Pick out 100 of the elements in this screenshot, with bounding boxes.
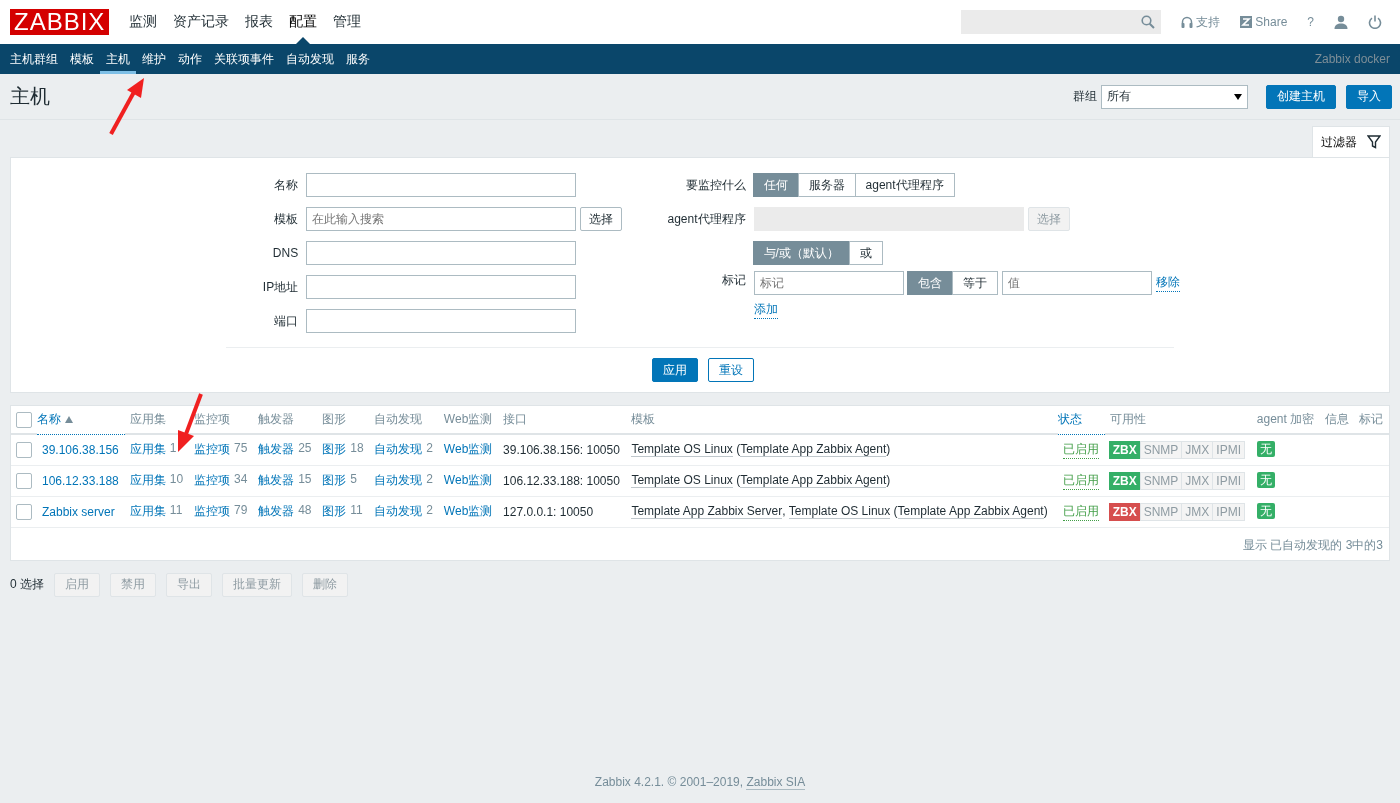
row-checkbox[interactable] xyxy=(16,503,32,520)
count-link[interactable]: 监控项 xyxy=(194,503,230,520)
top-menu-item[interactable]: 报表 xyxy=(237,0,282,44)
selected-count: 0 选择 xyxy=(10,576,44,593)
count-value: 11 xyxy=(350,503,363,519)
count-value: 15 xyxy=(298,472,312,488)
top-menu-item[interactable]: 监测 xyxy=(121,0,166,44)
text-field[interactable] xyxy=(306,275,577,299)
select-all-checkbox[interactable] xyxy=(16,411,32,428)
segment-option[interactable]: 或 xyxy=(848,241,883,265)
filter-tab[interactable]: 过滤器 xyxy=(1312,126,1390,157)
apply-button[interactable]: 应用 xyxy=(652,358,698,382)
column-header: 触发器 xyxy=(258,412,295,426)
segment-option[interactable]: 服务器 xyxy=(797,173,856,197)
count-value: 1 xyxy=(169,441,177,458)
submenu-item[interactable]: 主机 xyxy=(100,44,136,74)
import-button[interactable]: 导入 xyxy=(1346,84,1392,109)
status-link[interactable]: 已启用 xyxy=(1063,502,1100,521)
count-link[interactable]: 自动发现 xyxy=(374,472,423,489)
host-name-link[interactable]: Zabbix server xyxy=(42,504,115,519)
host-name-link[interactable]: 39.106.38.156 xyxy=(42,442,119,457)
submenu-item[interactable]: 主机群组 xyxy=(4,44,64,74)
count-link[interactable]: 触发器 xyxy=(258,503,295,520)
count-link[interactable]: 应用集 xyxy=(129,503,166,520)
submenu-item[interactable]: 自动发现 xyxy=(280,44,340,74)
availability-badge: IPMI xyxy=(1212,471,1245,490)
segment-option[interactable]: 与/或（默认） xyxy=(752,241,850,265)
user-icon xyxy=(1334,15,1348,29)
support-link[interactable]: 支持 xyxy=(1173,13,1229,31)
row-checkbox[interactable] xyxy=(16,472,32,489)
add-link[interactable]: 添加 xyxy=(753,301,778,319)
count-link[interactable]: 监控项 xyxy=(194,472,230,489)
top-menu-item[interactable]: 管理 xyxy=(325,0,370,44)
template-link[interactable]: Template OS Linux xyxy=(631,442,733,458)
count-link[interactable]: 应用集 xyxy=(129,472,166,489)
column-header-link[interactable]: 名称 xyxy=(37,412,73,427)
text-field[interactable]: 在此输入搜索 xyxy=(306,207,577,231)
segment-option[interactable]: 任何 xyxy=(752,173,799,197)
column-header: 标记 xyxy=(1359,412,1384,426)
count-link[interactable]: 图形 xyxy=(322,441,347,459)
submenu-item[interactable]: 维护 xyxy=(136,44,172,74)
count-link[interactable]: Web监测 xyxy=(443,441,493,459)
search-icon[interactable] xyxy=(1141,15,1156,29)
status-link[interactable]: 已启用 xyxy=(1063,471,1100,490)
caret-icon xyxy=(1234,93,1242,100)
segment-option[interactable]: 包含 xyxy=(906,271,953,295)
template-link[interactable]: Template App Zabbix Agent xyxy=(897,504,1044,519)
value-field[interactable]: 值 xyxy=(1001,271,1152,295)
count-value: 34 xyxy=(234,472,248,488)
share-link[interactable]: Share xyxy=(1232,15,1296,29)
column-header: 接口 xyxy=(503,412,528,426)
submenu-item[interactable]: 动作 xyxy=(172,44,208,74)
help-link[interactable]: ? xyxy=(1299,15,1322,29)
count-link[interactable]: 监控项 xyxy=(194,441,230,459)
remove-link[interactable]: 移除 xyxy=(1155,274,1180,292)
zabbix-logo[interactable]: ZABBIX xyxy=(10,9,110,35)
template-link[interactable]: Template App Zabbix Agent xyxy=(740,442,887,458)
text-field[interactable] xyxy=(306,173,577,197)
interface-cell: 106.12.33.188: 10050 xyxy=(498,465,627,496)
column-header: 信息 xyxy=(1325,412,1350,426)
punctuation-text: ( xyxy=(892,504,898,518)
group-dropdown[interactable]: 所有 xyxy=(1101,84,1248,109)
power-icon xyxy=(1368,15,1382,29)
text-field[interactable] xyxy=(306,309,577,333)
count-link[interactable]: Web监测 xyxy=(443,472,493,489)
template-link[interactable]: Template OS Linux xyxy=(788,504,891,519)
count-value: 2 xyxy=(426,441,433,458)
count-link[interactable]: 图形 xyxy=(322,472,347,489)
submenu-item[interactable]: 服务 xyxy=(340,44,376,74)
status-link[interactable]: 已启用 xyxy=(1063,440,1100,459)
search-field[interactable] xyxy=(961,10,1162,34)
count-link[interactable]: 触发器 xyxy=(258,441,295,459)
create-host-button[interactable]: 创建主机 xyxy=(1266,84,1336,109)
reset-button[interactable]: 重设 xyxy=(708,358,754,382)
segment-option[interactable]: agent代理程序 xyxy=(854,173,955,197)
footer-link[interactable]: Zabbix SIA xyxy=(746,775,806,790)
text-field[interactable] xyxy=(306,241,577,265)
count-link[interactable]: 应用集 xyxy=(129,441,166,459)
host-name-link[interactable]: 106.12.33.188 xyxy=(42,473,119,488)
submenu-item[interactable]: 关联项事件 xyxy=(208,44,280,74)
template-link[interactable]: Template OS Linux xyxy=(631,473,733,488)
top-menu-item[interactable]: 资产记录 xyxy=(165,0,238,44)
count-link[interactable]: 图形 xyxy=(322,503,347,520)
count-link[interactable]: 自动发现 xyxy=(374,441,423,459)
count-link[interactable]: 触发器 xyxy=(258,472,295,489)
dropdown-value: 所有 xyxy=(1107,88,1131,105)
submenu-item[interactable]: 模板 xyxy=(64,44,100,74)
row-checkbox[interactable] xyxy=(16,441,32,458)
count-link[interactable]: Web监测 xyxy=(443,503,493,520)
top-menu-item[interactable]: 配置 xyxy=(281,0,326,44)
column-header-link[interactable]: 状态 xyxy=(1058,412,1083,427)
field-label: 端口 xyxy=(273,312,299,330)
field-label: 名称 xyxy=(273,176,299,194)
tag-field[interactable]: 标记 xyxy=(753,271,904,295)
count-link[interactable]: 自动发现 xyxy=(374,503,423,520)
segment-option[interactable]: 等于 xyxy=(951,271,998,295)
template-link[interactable]: Template App Zabbix Agent xyxy=(740,473,887,488)
template-link[interactable]: Template App Zabbix Server xyxy=(631,504,783,519)
column-header: 应用集 xyxy=(129,412,166,426)
select-button[interactable]: 选择 xyxy=(580,207,623,231)
